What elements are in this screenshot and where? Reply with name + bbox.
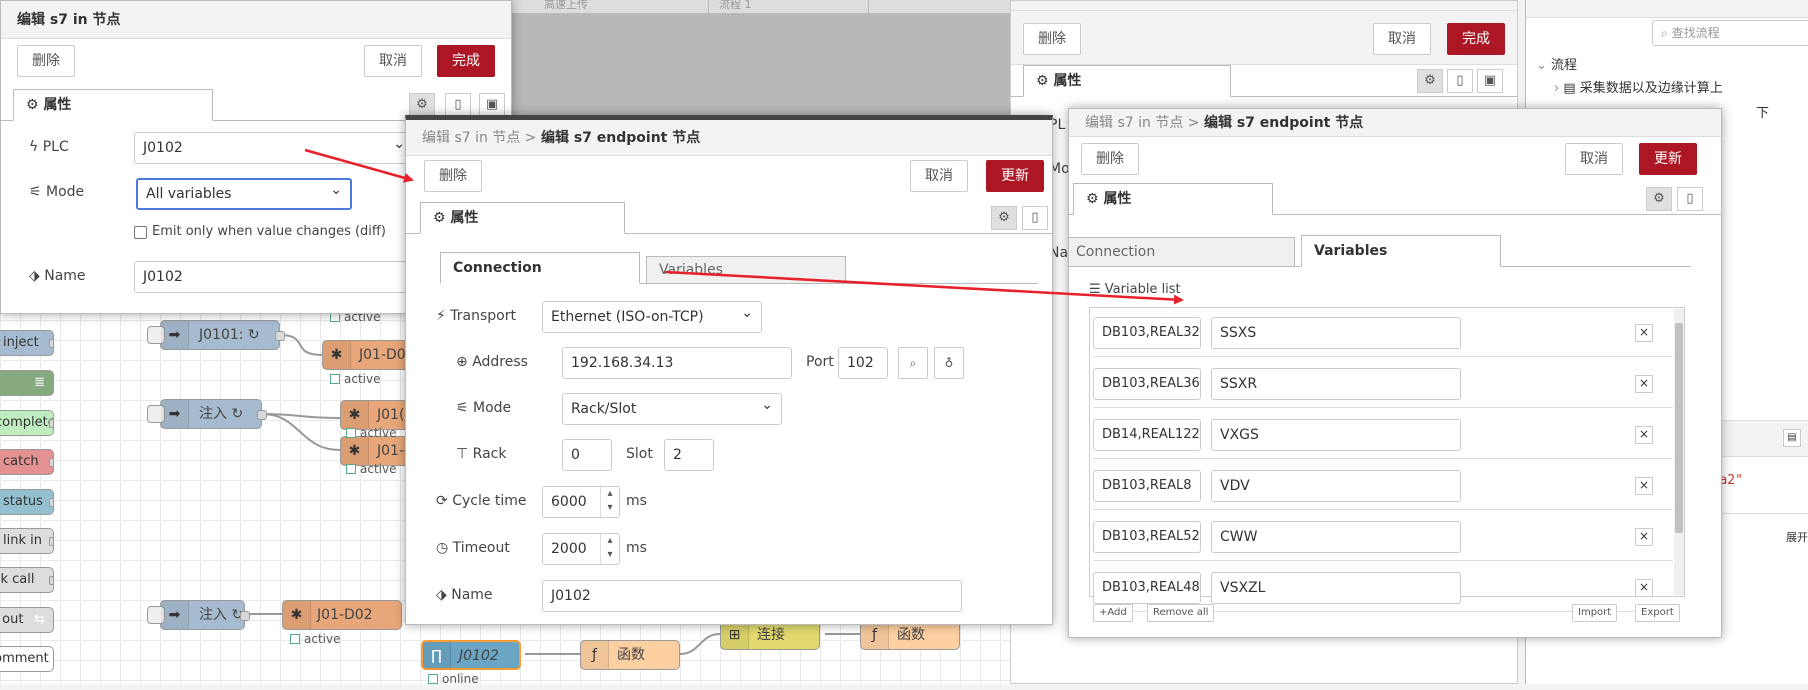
- annotation-arrows: [304, 148, 1184, 305]
- arrow-to-endpoint-dialog: [304, 148, 414, 183]
- arrow-to-variables: [664, 270, 1184, 305]
